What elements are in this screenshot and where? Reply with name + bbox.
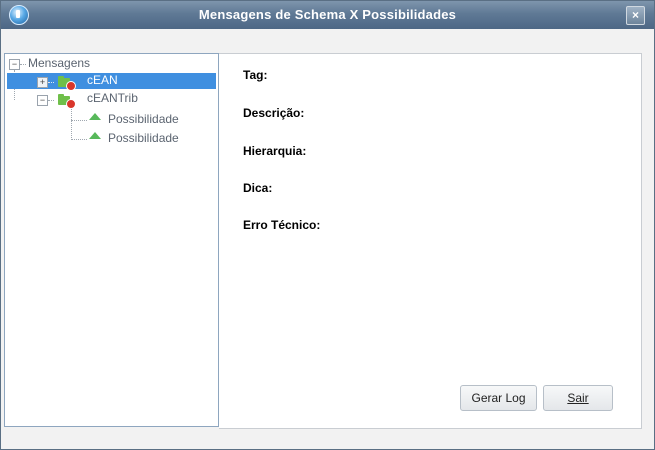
tree-connector [48, 82, 54, 83]
erro-tecnico-label: Erro Técnico: [243, 218, 321, 232]
tree-connector [71, 120, 87, 121]
tree-connector [71, 139, 87, 140]
tree-item-ceantrib[interactable]: cEANTrib [87, 91, 138, 108]
error-icon [66, 81, 76, 91]
tree-connector [71, 109, 72, 140]
dica-label: Dica: [243, 181, 273, 195]
tree-root-mensagens[interactable]: Mensagens [28, 56, 90, 73]
sair-button[interactable]: Sair [543, 385, 613, 411]
title-bar[interactable]: Mensagens de Schema X Possibilidades × [1, 1, 654, 29]
possibility-icon [89, 113, 101, 120]
expand-icon[interactable]: + [37, 77, 48, 88]
tree-item-possibilidade[interactable]: Possibilidade [108, 131, 179, 148]
descricao-label: Descrição: [243, 106, 305, 120]
collapse-icon[interactable]: − [9, 59, 20, 70]
close-button[interactable]: × [626, 6, 645, 25]
tree-item-possibilidade[interactable]: Possibilidade [108, 112, 179, 129]
hierarquia-label: Hierarquia: [243, 144, 307, 158]
details-panel: Tag: Descrição: Hierarquia: Dica: Erro T… [219, 53, 642, 429]
dialog-window: Mensagens de Schema X Possibilidades × −… [0, 0, 655, 450]
collapse-icon[interactable]: − [37, 95, 48, 106]
possibility-icon [89, 132, 101, 139]
tree-item-cean[interactable]: cEAN [87, 73, 118, 90]
window-title: Mensagens de Schema X Possibilidades [198, 7, 457, 22]
tag-label: Tag: [243, 68, 268, 82]
error-icon [66, 99, 76, 109]
gerar-log-button[interactable]: Gerar Log [460, 385, 537, 411]
tree-connector [20, 64, 26, 65]
tree-connector [48, 100, 54, 101]
messages-tree[interactable]: − Mensagens + cEAN − cEANTrib Possibilid… [4, 53, 219, 427]
